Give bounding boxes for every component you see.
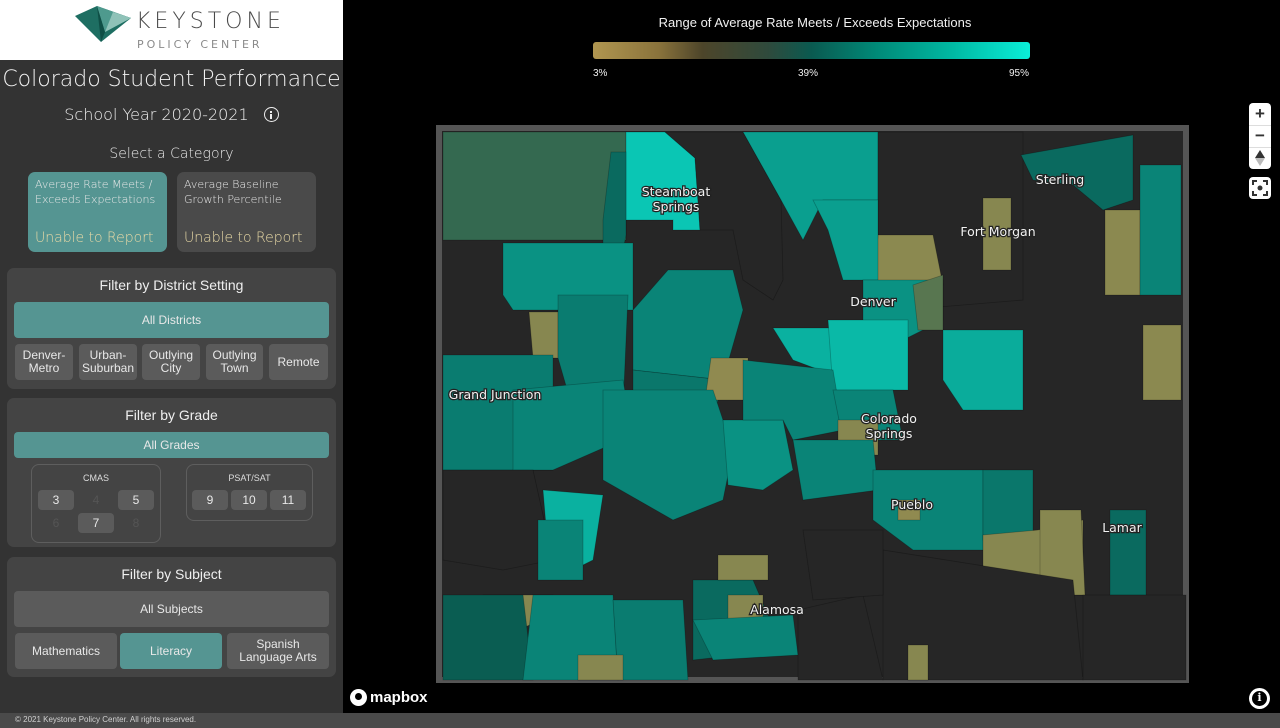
sidebar: KEYSTONE POLICY CENTER Colorado Student …	[0, 0, 343, 713]
grade-10-button[interactable]: 10	[231, 490, 267, 510]
district-kit-carson[interactable]	[1142, 324, 1182, 401]
grade-7-button[interactable]: 7	[78, 513, 114, 533]
category-card-meets-exceeds[interactable]: Average Rate Meets / Exceeds Expectation…	[28, 172, 167, 252]
city-label: Colorado Springs	[861, 411, 917, 441]
legend-title: Range of Average Rate Meets / Exceeds Ex…	[658, 15, 972, 30]
info-circle-icon[interactable]	[263, 107, 279, 122]
district-san-miguel[interactable]	[537, 519, 584, 581]
school-year: School Year 2020-2021	[0, 104, 343, 124]
school-year-label: School Year 2020-2021	[64, 105, 249, 124]
all-grades-button[interactable]: All Grades	[14, 432, 329, 458]
fullscreen-icon	[1252, 180, 1268, 196]
district-meeker[interactable]	[528, 311, 559, 359]
legend-min-label: 3%	[593, 68, 608, 79]
district-baca[interactable]	[1082, 594, 1187, 681]
category-card-growth-percentile[interactable]: Average Baseline Growth Percentile Unabl…	[177, 172, 316, 252]
district-moffat[interactable]	[442, 131, 627, 241]
district-ignacio[interactable]	[577, 654, 624, 681]
city-label: Denver	[850, 294, 896, 309]
zoom-out-button[interactable]: −	[1249, 125, 1271, 147]
compass-button[interactable]	[1249, 147, 1271, 169]
compass-icon	[1255, 150, 1265, 166]
logo-band: KEYSTONE POLICY CENTER	[0, 0, 343, 60]
district-archuleta[interactable]	[612, 599, 689, 681]
legend-max-label: 95%	[1009, 68, 1030, 79]
city-label: Grand Junction	[449, 387, 542, 402]
subject-filter-title: Filter by Subject	[121, 566, 222, 582]
district-adams[interactable]	[912, 274, 944, 331]
category-label: Select a Category	[109, 146, 234, 162]
city-label: Lamar	[1102, 520, 1142, 535]
all-districts-button[interactable]: All Districts	[14, 302, 329, 338]
grade-6-button: 6	[52, 515, 60, 530]
grade-filter-panel: Filter by Grade All Grades CMAS 3 4 5 6 …	[7, 398, 336, 547]
district-montezuma[interactable]	[442, 594, 534, 681]
district-douglas[interactable]	[827, 319, 909, 391]
mapbox-logo[interactable]: mapbox	[350, 689, 428, 706]
legend-mid-label: 39%	[798, 68, 819, 79]
legend-gradient-bar	[593, 42, 1030, 59]
fullscreen-button[interactable]	[1249, 177, 1271, 199]
category-value: Unable to Report	[184, 230, 303, 246]
subject-literacy-button[interactable]: Literacy	[120, 633, 222, 669]
district-urban-suburban-button[interactable]: Urban- Suburban	[79, 344, 137, 380]
zoom-control-group: + −	[1249, 103, 1271, 169]
cmas-label: CMAS	[82, 473, 109, 483]
district-denver-metro-button[interactable]: Denver- Metro	[15, 344, 73, 380]
district-crowley[interactable]	[982, 469, 1034, 541]
city-label: Pueblo	[891, 497, 933, 512]
zoom-in-button[interactable]: +	[1249, 103, 1271, 125]
attribution-info-button[interactable]	[1249, 688, 1270, 709]
grade-5-button[interactable]: 5	[118, 490, 154, 510]
district-outlying-city-button[interactable]: Outlying City	[142, 344, 200, 380]
district-montrose[interactable]	[442, 469, 554, 571]
district-huerfano[interactable]	[802, 529, 884, 601]
district-center[interactable]	[717, 554, 769, 581]
category-name: Average Rate Meets / Exceeds Expectation…	[35, 178, 156, 206]
colorado-district-map[interactable]: Steamboat SpringsSterlingFort MorganDenve…	[343, 90, 1243, 690]
app-root: KEYSTONE POLICY CENTER Colorado Student …	[0, 0, 1280, 728]
city-label: Sterling	[1036, 172, 1084, 187]
grade-9-button[interactable]: 9	[192, 490, 228, 510]
district-elbert[interactable]	[942, 329, 1024, 411]
brand-subtitle: POLICY CENTER	[137, 38, 263, 51]
subject-mathematics-button[interactable]: Mathematics	[15, 633, 117, 669]
category-name: Average Baseline Growth Percentile	[184, 178, 282, 206]
psat-sat-label: PSAT/SAT	[228, 473, 271, 483]
footer: © 2021 Keystone Policy Center. All right…	[0, 713, 1280, 728]
keystone-logo-icon	[75, 6, 131, 42]
category-value: Unable to Report	[35, 230, 154, 246]
grade-3-button[interactable]: 3	[38, 490, 74, 510]
cmas-group: CMAS 3 4 5 6 7 8	[31, 464, 161, 543]
grade-8-button: 8	[132, 515, 140, 530]
district-remote-button[interactable]: Remote	[269, 344, 328, 380]
district-yuma[interactable]	[1104, 209, 1141, 296]
grade-4-button: 4	[92, 492, 100, 507]
mapbox-wordmark: mapbox	[370, 689, 428, 706]
city-label: Fort Morgan	[960, 224, 1035, 239]
district-wray[interactable]	[1139, 164, 1182, 296]
copyright-text: © 2021 Keystone Policy Center. All right…	[15, 715, 197, 724]
page-title: Colorado Student Performance	[2, 67, 341, 92]
district-filter-panel: Filter by District Setting All Districts…	[7, 268, 336, 389]
district-trinidad[interactable]	[907, 644, 929, 681]
district-filter-title: Filter by District Setting	[99, 277, 244, 293]
all-subjects-button[interactable]: All Subjects	[14, 591, 329, 627]
district-outlying-town-button[interactable]: Outlying Town	[206, 344, 263, 380]
city-label: Alamosa	[750, 602, 804, 617]
grade-filter-title: Filter by Grade	[125, 407, 218, 423]
psat-sat-group: PSAT/SAT 9 10 11	[186, 464, 313, 521]
district-fremont[interactable]	[792, 439, 879, 501]
mapbox-logo-icon	[350, 689, 367, 706]
brand-name: KEYSTONE	[136, 9, 285, 34]
grade-11-button[interactable]: 11	[270, 490, 306, 510]
subject-spanish-language-arts-button[interactable]: Spanish Language Arts	[227, 633, 329, 669]
subject-filter-panel: Filter by Subject All Subjects Mathemati…	[7, 557, 336, 677]
